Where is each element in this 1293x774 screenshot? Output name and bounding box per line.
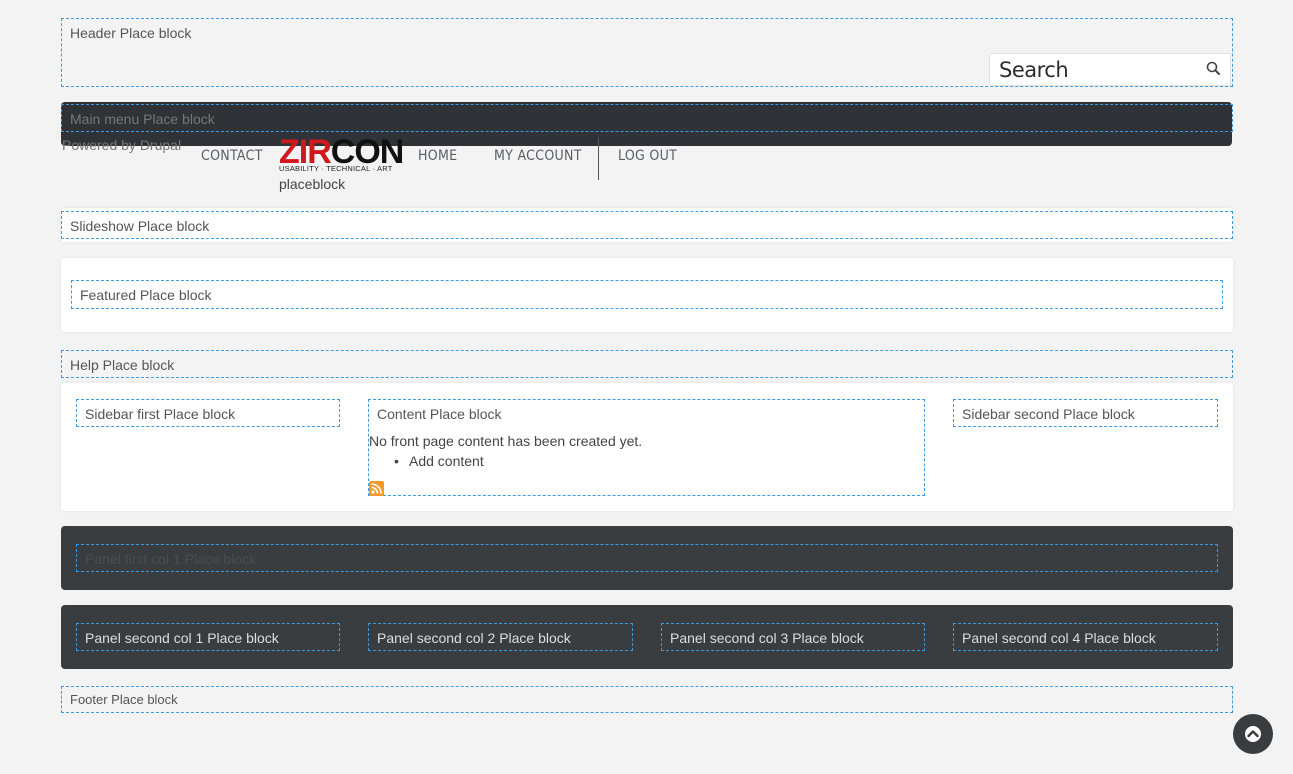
search-form [989, 53, 1231, 86]
panel-second-col-1-region: Panel second col 1 Place block [76, 623, 340, 651]
add-content-bullet: • [394, 453, 399, 469]
help-region: Help Place block [61, 350, 1233, 378]
header-place-block-link[interactable]: Header Place block [70, 25, 191, 41]
footer-place-block-link[interactable]: Footer Place block [70, 692, 178, 707]
panel-second-col-2-place-block-link[interactable]: Panel second col 2 Place block [377, 630, 571, 646]
logo-placeblock-link[interactable]: placeblock [279, 176, 345, 192]
slideshow-place-block-link[interactable]: Slideshow Place block [70, 218, 209, 234]
powered-by-drupal[interactable]: Powered by Drupal [62, 137, 181, 153]
panel-first-col-1-place-block-link[interactable]: Panel first col 1 Place block [85, 551, 256, 567]
panel-second-col-3-place-block-link[interactable]: Panel second col 3 Place block [670, 630, 864, 646]
content-region: Content Place block No front page conten… [368, 399, 925, 496]
slideshow-region: Slideshow Place block [61, 211, 1233, 239]
rss-feed-icon[interactable] [369, 481, 384, 496]
panel-second-col-4-place-block-link[interactable]: Panel second col 4 Place block [962, 630, 1156, 646]
scroll-to-top-button[interactable] [1233, 714, 1273, 754]
sidebar-second-region: Sidebar second Place block [953, 399, 1218, 427]
sidebar-second-place-block-link[interactable]: Sidebar second Place block [962, 406, 1135, 422]
menu-item-home[interactable]: HOME [418, 148, 457, 164]
panel-second-col-4-region: Panel second col 4 Place block [953, 623, 1218, 651]
main-menu-place-block-link[interactable]: Main menu Place block [70, 111, 215, 127]
search-button[interactable] [1204, 59, 1224, 79]
featured-place-block-link[interactable]: Featured Place block [80, 287, 212, 303]
menu-item-my-account[interactable]: MY ACCOUNT [494, 148, 582, 164]
chevron-up-icon [1245, 726, 1261, 742]
panel-second-col-3-region: Panel second col 3 Place block [661, 623, 925, 651]
menu-item-contact[interactable]: CONTACT [201, 148, 263, 164]
sidebar-first-region: Sidebar first Place block [76, 399, 340, 427]
sidebar-first-place-block-link[interactable]: Sidebar first Place block [85, 406, 235, 422]
add-content-link[interactable]: Add content [409, 453, 484, 469]
panel-second-col-1-place-block-link[interactable]: Panel second col 1 Place block [85, 630, 279, 646]
content-place-block-link[interactable]: Content Place block [377, 406, 502, 422]
logo-tagline: USABILITY · TECHNICAL · ART [279, 164, 393, 173]
menu-divider [598, 137, 599, 180]
help-place-block-link[interactable]: Help Place block [70, 357, 174, 373]
featured-region: Featured Place block [71, 280, 1223, 309]
search-icon [1206, 61, 1220, 75]
footer-region: Footer Place block [61, 686, 1233, 713]
menu-item-log-out[interactable]: LOG OUT [618, 148, 677, 164]
search-input[interactable] [990, 54, 1190, 85]
panel-second-col-2-region: Panel second col 2 Place block [368, 623, 633, 651]
main-menu-region: Main menu Place block [61, 104, 1233, 132]
no-content-message: No front page content has been created y… [369, 433, 643, 449]
panel-first-col-1-region: Panel first col 1 Place block [76, 544, 1218, 572]
site-logo[interactable]: ZIRCON USABILITY · TECHNICAL · ART [279, 135, 404, 175]
